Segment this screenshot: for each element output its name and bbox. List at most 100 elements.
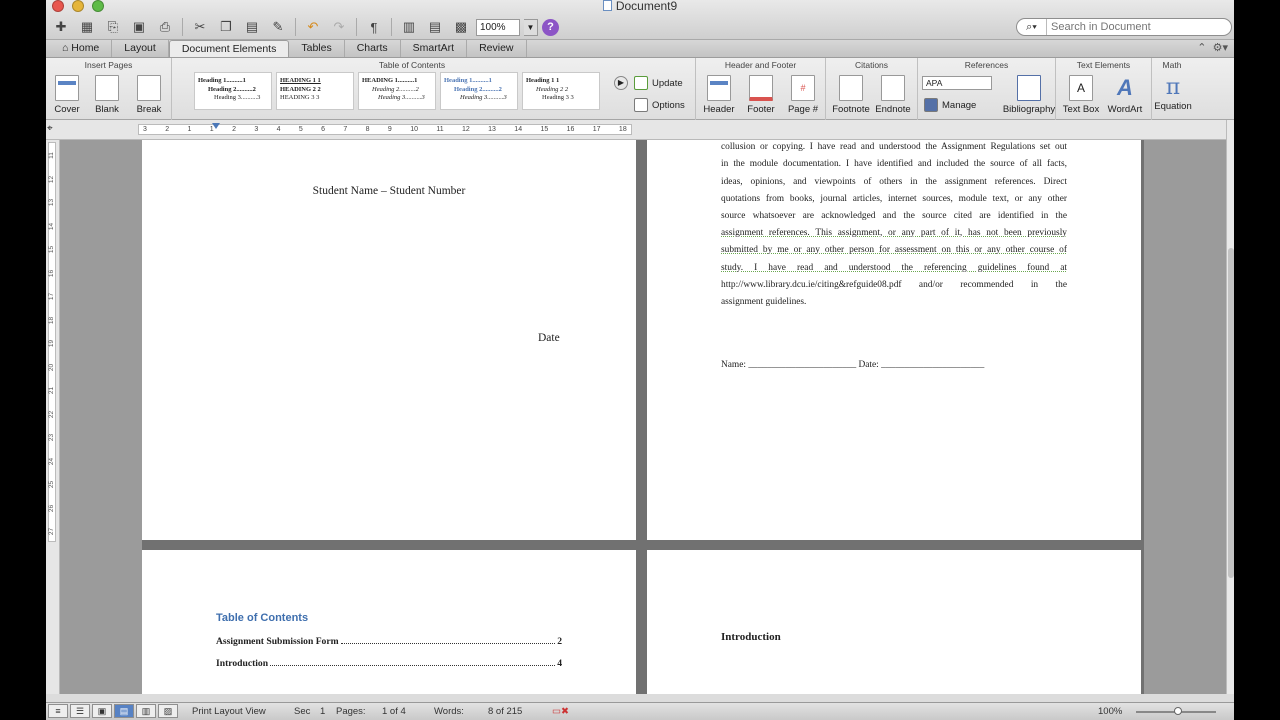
tab-home[interactable]: ⌂ Home (50, 40, 113, 57)
format-painter-icon[interactable]: ✎ (267, 17, 289, 37)
scroll-thumb[interactable] (1228, 248, 1234, 578)
print-layout-view-icon[interactable]: ▤ (114, 704, 134, 718)
break-button[interactable]: Break (128, 75, 170, 115)
media-browser-icon[interactable]: ▤ (424, 17, 446, 37)
page-1[interactable]: Student Name – Student Number Date (142, 140, 636, 540)
toc-entry[interactable]: Assignment Submission Form 2 (216, 636, 562, 647)
notebook-view-icon[interactable]: ▥ (136, 704, 156, 718)
toc-style-4[interactable]: Heading 1..........1 Heading 2..........2… (440, 72, 518, 110)
toc-style-1[interactable]: Heading 1..........1 Heading 2..........2… (194, 72, 272, 110)
publishing-view-icon[interactable]: ▣ (92, 704, 112, 718)
tab-layout[interactable]: Layout (112, 40, 169, 57)
paste-icon[interactable]: ▤ (241, 17, 263, 37)
toc-line: Heading 3..........3 (378, 94, 425, 101)
vertical-ruler[interactable]: 11 12 13 14 15 16 17 18 19 20 21 22 23 24 25 26 27 (46, 140, 60, 694)
save-icon[interactable]: ▣ (128, 17, 150, 37)
bibliography-button[interactable]: Bibliography (1002, 75, 1056, 115)
toc-heading[interactable]: Table of Contents (216, 612, 308, 624)
pilcrow-icon[interactable]: ¶ (363, 17, 385, 37)
text-box-button[interactable]: A Text Box (1060, 75, 1102, 115)
blank-page-button[interactable]: Blank (86, 75, 128, 115)
zoom-slider[interactable] (1136, 707, 1216, 715)
date-line[interactable]: Date (538, 332, 560, 344)
declaration-line: assignment references. This assignment, … (721, 228, 1067, 239)
toolbar-separator (295, 18, 296, 36)
page-margin-strip (1144, 140, 1226, 694)
page-4[interactable]: Introduction (647, 550, 1141, 694)
vertical-scrollbar[interactable] (1226, 120, 1234, 694)
toc-style-2[interactable]: HEADING 1 1 HEADING 2 2 HEADING 3 3 (276, 72, 354, 110)
pages-value: 1 of 4 (382, 706, 406, 717)
search-input[interactable] (1047, 21, 1231, 33)
indent-marker[interactable] (212, 123, 220, 129)
print-icon[interactable]: ⎙ (154, 17, 176, 37)
footnote-label: Footnote (832, 104, 870, 115)
document-canvas[interactable]: Student Name – Student Number Date and a… (60, 140, 1226, 694)
cover-button[interactable]: Cover (46, 75, 88, 115)
citation-style-select[interactable]: APA (922, 76, 992, 90)
page-number-button[interactable]: # Page # (782, 75, 824, 115)
new-document-icon[interactable]: ✚ (50, 17, 72, 37)
cut-icon[interactable]: ✂ (189, 17, 211, 37)
zoom-field[interactable]: 100% (476, 18, 520, 36)
declaration-line: ideas, opinions, and viewpoints of other… (721, 176, 1067, 187)
collapse-ribbon-icon[interactable]: ⌃ (1197, 42, 1206, 54)
manage-citations-button[interactable]: Manage (924, 98, 976, 112)
search-icon[interactable]: ⌕▾ (1017, 19, 1047, 35)
search-box[interactable]: ⌕▾ (1016, 18, 1232, 36)
footnote-button[interactable]: Footnote (830, 75, 872, 115)
open-icon[interactable]: ⎘ (102, 17, 124, 37)
focus-view-icon[interactable]: ▨ (158, 704, 178, 718)
templates-icon[interactable]: ▦ (76, 17, 98, 37)
endnote-button[interactable]: Endnote (872, 75, 914, 115)
zoom-slider-knob[interactable] (1174, 707, 1182, 715)
page-3[interactable]: Table of Contents Assignment Submission … (142, 550, 636, 694)
introduction-heading[interactable]: Introduction (721, 631, 781, 643)
toc-options-button[interactable]: Options (634, 98, 685, 112)
tab-document-elements[interactable]: Document Elements (168, 40, 290, 57)
vertical-ruler-mark: 17 (48, 292, 56, 301)
header-button[interactable]: Header (698, 75, 740, 115)
horizontal-ruler[interactable]: ⌖ 3 2 1 1 2 3 4 5 6 7 8 9 10 11 12 13 14 15 16 17 18 (46, 120, 1234, 140)
tab-selector-icon[interactable]: ⌖ (47, 123, 53, 134)
blank-label: Blank (95, 104, 119, 115)
toc-style-3[interactable]: HEADING 1..........1 Heading 2..........2… (358, 72, 436, 110)
undo-icon[interactable]: ↶ (302, 17, 324, 37)
name-date-line[interactable]: Name: _______________________ Date: ____… (721, 360, 984, 370)
tab-review[interactable]: Review (467, 40, 527, 57)
tab-smartart[interactable]: SmartArt (401, 40, 468, 57)
page-2[interactable]: and accept the penalties that would be i… (647, 140, 1141, 540)
ruler-mark: 4 (276, 126, 281, 133)
redo-icon[interactable]: ↷ (328, 17, 350, 37)
copy-icon[interactable]: ❐ (215, 17, 237, 37)
toc-style-5[interactable]: Heading 1 1 Heading 2 2 Heading 3 3 (522, 72, 600, 110)
footer-button[interactable]: Footer (740, 75, 782, 115)
draft-view-icon[interactable]: ≡ (48, 704, 68, 718)
help-icon[interactable]: ? (542, 18, 559, 36)
toc-scroll-button[interactable]: ▶ (614, 76, 628, 90)
outline-view-icon[interactable]: ☰ (70, 704, 90, 718)
tab-tables[interactable]: Tables (289, 40, 345, 57)
wordart-button[interactable]: A WordArt (1104, 75, 1146, 115)
toc-entry[interactable]: Introduction 4 (216, 658, 562, 669)
tab-charts[interactable]: Charts (345, 40, 401, 57)
ribbon-settings-icon[interactable]: ⚙▾ (1213, 42, 1228, 54)
declaration-text[interactable]: and accept the penalties that would be i… (721, 140, 1067, 311)
gallery-icon[interactable]: ▩ (450, 17, 472, 37)
section-value: 1 (320, 706, 326, 717)
ruler-mark: 18 (618, 126, 627, 133)
update-toc-button[interactable]: Update (634, 76, 683, 90)
vertical-ruler-mark: 11 (47, 152, 55, 159)
equation-button[interactable]: π Equation (1152, 75, 1194, 112)
sidebar-icon[interactable]: ▥ (398, 17, 420, 37)
vertical-ruler-mark: 20 (48, 363, 56, 371)
toc-gallery: Heading 1..........1 Heading 2..........2… (194, 72, 600, 110)
ruler-mark: 13 (488, 126, 496, 133)
ribbon-tabs: ⌂ Home Layout Document Elements Tables C… (46, 40, 1234, 58)
toc-line: Heading 2..........2 (372, 85, 419, 93)
student-name-line[interactable]: Student Name – Student Number (142, 185, 636, 197)
zoom-dropdown-icon[interactable]: ▼ (524, 18, 538, 36)
spelling-check-icon[interactable]: ▭✖ (552, 706, 569, 717)
ribbon: Insert Pages Cover Blank Break Table of … (46, 58, 1234, 120)
page-margin-strip (60, 140, 142, 694)
